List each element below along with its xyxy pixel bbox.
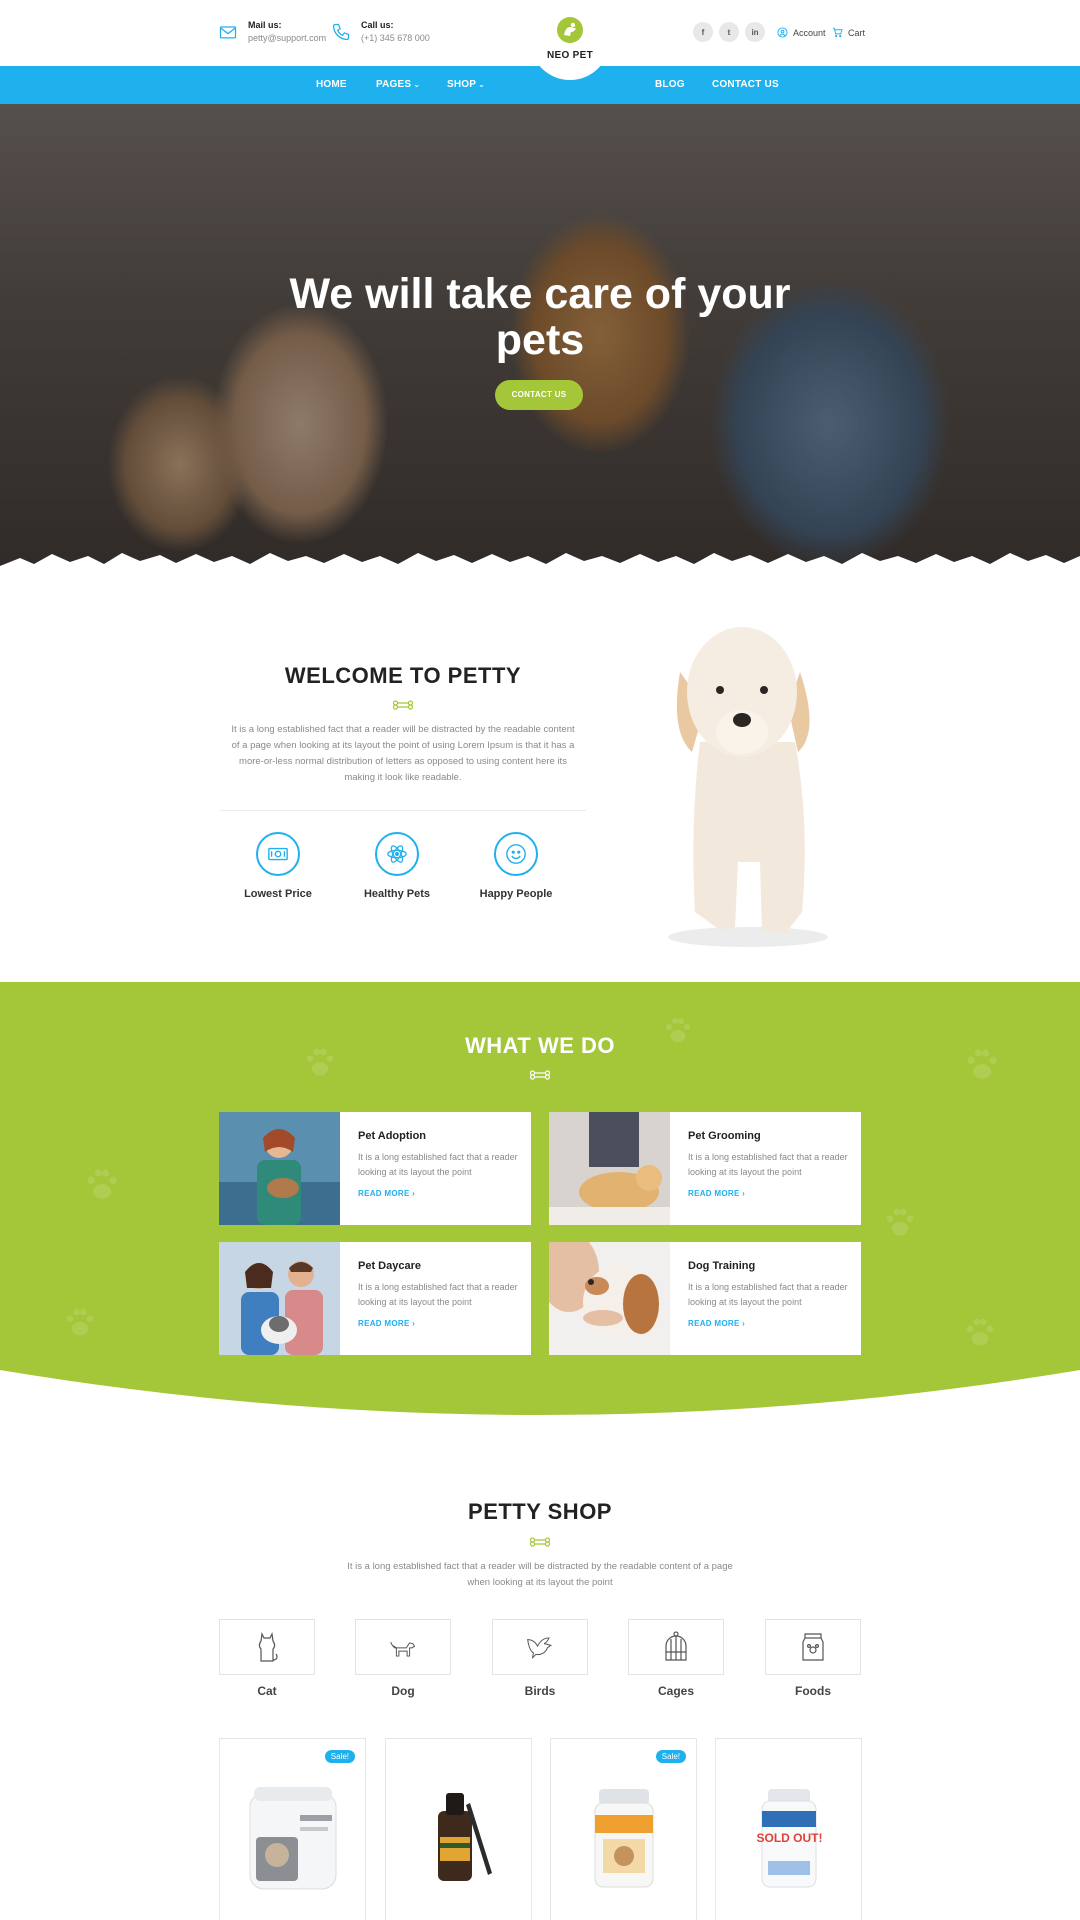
smile-icon xyxy=(506,844,526,864)
torn-edge-divider xyxy=(0,553,1080,574)
puppy-image xyxy=(668,627,828,947)
pet-logo-icon xyxy=(557,17,583,43)
cat-icon xyxy=(258,1632,278,1662)
read-more-link[interactable]: READ MORE › xyxy=(688,1319,848,1328)
nav-blog[interactable]: BLOG xyxy=(655,66,685,104)
account-label: Account xyxy=(793,27,826,38)
hero-banner: We will take care of your pets CONTACT U… xyxy=(0,104,1080,574)
mail-contact[interactable]: Mail us: petty@support.com xyxy=(218,20,326,43)
twitter-icon[interactable]: t xyxy=(719,22,739,42)
chevron-down-icon: ⌄ xyxy=(413,80,421,89)
service-card-dog-training[interactable]: Dog Training It is a long established fa… xyxy=(549,1242,861,1355)
service-title: Pet Grooming xyxy=(688,1130,761,1142)
nav-home[interactable]: HOME xyxy=(316,66,347,104)
call-contact[interactable]: Call us: (+1) 345 678 000 xyxy=(331,20,430,43)
category-foods[interactable]: Foods xyxy=(765,1619,861,1698)
pet-daycare-image xyxy=(219,1242,340,1355)
category-cages[interactable]: Cages xyxy=(628,1619,724,1698)
bone-divider-icon xyxy=(529,1537,551,1547)
paw-pattern-icon xyxy=(87,1169,117,1199)
divider xyxy=(220,810,586,811)
feature-happy-people: Happy People xyxy=(466,832,566,900)
account-link[interactable]: Account xyxy=(777,27,826,38)
service-text: It is a long established fact that a rea… xyxy=(688,1282,848,1307)
read-more-link[interactable]: READ MORE › xyxy=(358,1319,518,1328)
bone-divider-icon xyxy=(529,1070,551,1080)
read-more-link[interactable]: READ MORE › xyxy=(688,1189,848,1198)
product-image xyxy=(249,1787,337,1890)
what-we-do-title: WHAT WE DO xyxy=(464,1033,615,1058)
curved-divider xyxy=(0,1370,1080,1430)
envelope-icon xyxy=(219,26,237,39)
service-card-pet-grooming[interactable]: Pet Grooming It is a long established fa… xyxy=(549,1112,861,1225)
chevron-down-icon: ⌄ xyxy=(478,80,486,89)
cage-icon xyxy=(665,1631,687,1661)
money-icon xyxy=(268,847,288,861)
bone-divider-icon xyxy=(392,700,414,710)
phone-icon xyxy=(332,23,350,41)
chevron-right-icon: › xyxy=(412,1319,416,1328)
service-text: It is a long established fact that a rea… xyxy=(358,1152,518,1177)
service-card-pet-adoption[interactable]: Pet Adoption It is a long established fa… xyxy=(219,1112,531,1225)
nav-shop[interactable]: SHOP ⌄ xyxy=(447,66,485,104)
main-nav: HOME PAGES ⌄ SHOP ⌄ BLOG CONTACT US xyxy=(0,66,1080,104)
facebook-icon[interactable]: f xyxy=(693,22,713,42)
cart-icon xyxy=(832,27,843,38)
paw-pattern-icon xyxy=(66,1308,94,1336)
bird-icon xyxy=(527,1637,553,1660)
paw-pattern-icon xyxy=(886,1208,914,1236)
dog-icon xyxy=(390,1641,416,1657)
call-label: Call us: xyxy=(361,20,394,30)
site-logo[interactable]: NEO PET xyxy=(540,16,600,61)
cart-label: Cart xyxy=(848,27,866,38)
service-card-pet-daycare[interactable]: Pet Daycare It is a long established fac… xyxy=(219,1242,531,1355)
dog-training-image xyxy=(549,1242,670,1355)
mail-label: Mail us: xyxy=(248,20,282,30)
sale-badge: Sale! xyxy=(324,1750,355,1763)
sold-out-label: SOLD OUT! xyxy=(756,1831,823,1845)
read-more-link[interactable]: READ MORE › xyxy=(358,1189,518,1198)
service-text: It is a long established fact that a rea… xyxy=(358,1282,518,1307)
welcome-title: WELCOME TO PETTY xyxy=(284,663,522,688)
brand-name: NEO PET xyxy=(547,50,593,61)
pet-adoption-image xyxy=(219,1112,340,1225)
atom-icon xyxy=(387,845,407,863)
paw-pattern-icon xyxy=(966,1318,994,1346)
product-card[interactable]: Sale! xyxy=(550,1738,697,1920)
service-title: Dog Training xyxy=(688,1260,756,1272)
mail-value[interactable]: petty@support.com xyxy=(248,33,326,43)
product-card[interactable]: SOLD OUT! xyxy=(715,1738,862,1920)
shop-title: PETTY SHOP xyxy=(468,1499,612,1524)
category-cat[interactable]: Cat xyxy=(219,1619,315,1698)
feature-healthy-pets: Healthy Pets xyxy=(347,832,447,900)
social-links: f t in xyxy=(693,22,765,42)
chevron-right-icon: › xyxy=(742,1189,746,1198)
food-bag-icon xyxy=(802,1633,824,1661)
category-dog[interactable]: Dog xyxy=(355,1619,451,1698)
product-image xyxy=(438,1793,492,1881)
product-card[interactable]: Sale! xyxy=(219,1738,366,1920)
nav-pages[interactable]: PAGES ⌄ xyxy=(376,66,420,104)
welcome-text: It is a long established fact that a rea… xyxy=(231,724,575,783)
service-text: It is a long established fact that a rea… xyxy=(688,1152,848,1177)
chevron-right-icon: › xyxy=(742,1319,746,1328)
chevron-right-icon: › xyxy=(412,1189,416,1198)
feature-lowest-price: Lowest Price xyxy=(228,832,328,900)
cart-link[interactable]: Cart xyxy=(832,27,865,38)
pet-grooming-image xyxy=(549,1112,670,1225)
hero-contact-button[interactable]: CONTACT US xyxy=(495,380,583,410)
sale-badge: Sale! xyxy=(655,1750,686,1763)
product-image xyxy=(594,1789,654,1888)
product-card[interactable] xyxy=(385,1738,532,1920)
user-icon xyxy=(777,27,788,38)
service-title: Pet Daycare xyxy=(358,1260,421,1272)
call-value[interactable]: (+1) 345 678 000 xyxy=(361,33,430,43)
linkedin-icon[interactable]: in xyxy=(745,22,765,42)
hero-title: We will take care of your pets xyxy=(289,270,791,364)
shop-text: It is a long established fact that a rea… xyxy=(347,1561,733,1588)
category-birds[interactable]: Birds xyxy=(492,1619,588,1698)
service-title: Pet Adoption xyxy=(358,1130,427,1142)
nav-contact[interactable]: CONTACT US xyxy=(712,66,779,104)
